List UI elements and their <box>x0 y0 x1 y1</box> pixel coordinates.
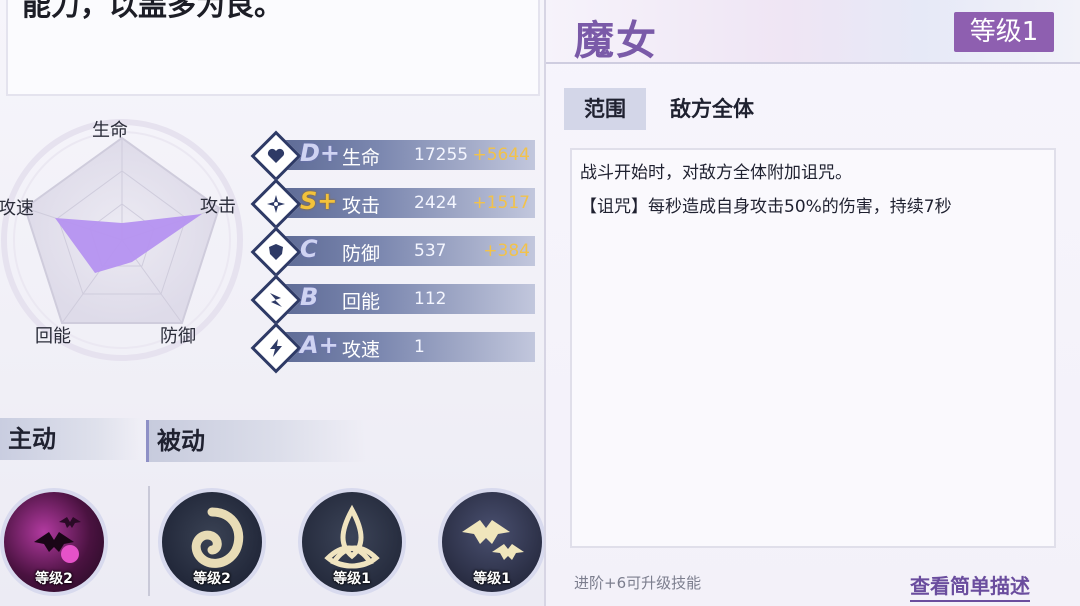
panel-header: 魔女 等级1 <box>546 0 1080 64</box>
stat-grade: C <box>300 235 318 263</box>
skill-level: 等级2 <box>35 571 73 587</box>
skill-detail-panel: 魔女 等级1 范围 敌方全体 战斗开始时，对敌方全体附加诅咒。 【诅咒】每秒造成… <box>544 0 1080 606</box>
skill-description: 战斗开始时，对敌方全体附加诅咒。 【诅咒】每秒造成自身攻击50%的伤害，持续7秒 <box>570 148 1056 548</box>
radar-label-hp: 生命 <box>92 120 128 141</box>
skill-description-line-2: 【诅咒】每秒造成自身攻击50%的伤害，持续7秒 <box>580 197 952 217</box>
stat-grade: S+ <box>300 187 338 215</box>
skill-level-badge: 等级1 <box>954 12 1054 52</box>
heart-icon <box>250 130 302 182</box>
tab-passive-skills[interactable]: 被动 <box>146 420 366 462</box>
skill-range-row: 范围 敌方全体 <box>564 88 1064 130</box>
stat-value: 17255 <box>414 145 469 165</box>
stat-bonus: +5644 <box>472 145 530 165</box>
skill-level: 等级1 <box>333 571 371 587</box>
stat-value: 537 <box>414 241 447 261</box>
stat-grade: D+ <box>300 139 341 167</box>
stat-grade: B <box>300 283 319 311</box>
stat-row-speed: A+ 攻速 1 <box>250 322 538 374</box>
skill-divider <box>148 486 150 596</box>
simple-description-link[interactable]: 查看简单描述 <box>910 570 1030 602</box>
description-text: 能力，以盖多为良。 <box>22 0 284 22</box>
stat-name: 生命 <box>342 147 381 169</box>
stat-name: 攻击 <box>342 195 381 217</box>
stat-name: 攻速 <box>342 339 381 361</box>
skill-level: 等级2 <box>193 571 231 587</box>
shuriken-icon <box>250 178 302 230</box>
range-label: 范围 <box>564 88 646 130</box>
skill-level: 等级1 <box>473 571 511 587</box>
energy-icon <box>250 274 302 326</box>
stat-row-regen: B 回能 112 <box>250 274 538 326</box>
stat-row-attack: S+ 攻击 2424 +1517 <box>250 178 538 230</box>
stat-row-hp: D+ 生命 17255 +5644 <box>250 130 538 182</box>
shield-icon <box>250 226 302 278</box>
stat-value: 2424 <box>414 193 458 213</box>
lightning-icon <box>250 322 302 374</box>
stat-name: 回能 <box>342 291 381 313</box>
skill-slot-2[interactable]: 等级2 <box>158 488 266 596</box>
skill-description-line-1: 战斗开始时，对敌方全体附加诅咒。 <box>580 163 852 183</box>
tab-active-skills[interactable]: 主动 <box>0 418 140 460</box>
stat-value: 1 <box>414 337 425 357</box>
range-value: 敌方全体 <box>670 97 754 121</box>
skill-slot-4[interactable]: 等级1 <box>438 488 546 596</box>
stat-row-defense: C 防御 537 +384 <box>250 226 538 278</box>
skill-slot-1[interactable]: 等级2 <box>0 488 108 596</box>
radar-label-defense: 防御 <box>160 326 196 347</box>
radar-label-speed: 攻速 <box>0 198 34 219</box>
radar-label-regen: 回能 <box>35 326 71 347</box>
description-box: 能力，以盖多为良。 <box>6 0 540 96</box>
stat-name: 防御 <box>342 243 381 265</box>
stat-value: 112 <box>414 289 447 309</box>
stat-grade: A+ <box>300 331 339 359</box>
stat-bonus: +1517 <box>472 193 530 213</box>
skill-title: 魔女 <box>574 18 658 64</box>
stat-radar-chart: 生命 攻击 防御 回能 攻速 <box>0 108 260 368</box>
radar-label-attack: 攻击 <box>200 196 236 217</box>
skill-slot-3[interactable]: 等级1 <box>298 488 406 596</box>
upgrade-hint: 进阶+6可升级技能 <box>574 574 702 592</box>
stat-bonus: +384 <box>483 241 530 261</box>
